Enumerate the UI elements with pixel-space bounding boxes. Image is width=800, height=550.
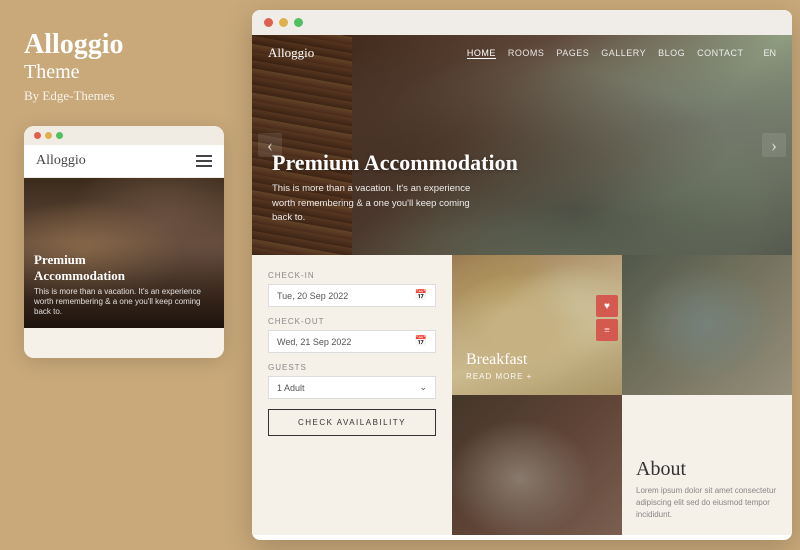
mobile-chrome bbox=[24, 126, 224, 145]
breakfast-title: Breakfast bbox=[466, 351, 532, 369]
hamburger-line-1 bbox=[196, 155, 212, 157]
hamburger-line-3 bbox=[196, 165, 212, 167]
wishlist-compare-button[interactable]: ≡ bbox=[596, 319, 618, 341]
guests-chevron-icon: ⌄ bbox=[419, 382, 427, 393]
mobile-menu-button[interactable] bbox=[196, 155, 212, 167]
guests-select[interactable]: 1 Adult ⌄ bbox=[268, 376, 436, 399]
breakfast-image-panel: Breakfast READ MORE + ♥ ≡ bbox=[452, 255, 622, 395]
mobile-dot-green bbox=[56, 132, 63, 139]
mobile-dot-red bbox=[34, 132, 41, 139]
checkin-value: Tue, 20 Sep 2022 bbox=[277, 291, 348, 301]
mobile-nav: Alloggio bbox=[24, 145, 224, 178]
room-overlay bbox=[622, 255, 792, 395]
nav-blog[interactable]: BLOG bbox=[658, 48, 685, 59]
site-hero: Alloggio HOME ROOMS PAGES GALLERY BLOG C… bbox=[252, 35, 792, 255]
nav-rooms[interactable]: ROOMS bbox=[508, 48, 545, 59]
nav-pages[interactable]: PAGES bbox=[556, 48, 589, 59]
detail-image-panel bbox=[452, 395, 622, 535]
guests-field: GUESTS 1 Adult ⌄ bbox=[268, 363, 436, 399]
checkout-field: CHECK-OUT Wed, 21 Sep 2022 📅 bbox=[268, 317, 436, 353]
checkin-field: CHECK-IN Tue, 20 Sep 2022 📅 bbox=[268, 271, 436, 307]
mobile-dot-yellow bbox=[45, 132, 52, 139]
breakfast-text: Breakfast READ MORE + bbox=[466, 351, 532, 381]
mobile-mockup: Alloggio PremiumAccommodation This is mo… bbox=[24, 126, 224, 358]
hero-next-arrow[interactable]: › bbox=[762, 133, 786, 157]
mobile-bottom bbox=[24, 328, 224, 358]
hero-description: This is more than a vacation. It's an ex… bbox=[272, 182, 492, 225]
checkout-input[interactable]: Wed, 21 Sep 2022 📅 bbox=[268, 330, 436, 353]
nav-language[interactable]: EN bbox=[763, 48, 776, 59]
checkout-label: CHECK-OUT bbox=[268, 317, 436, 326]
content-image-grid: Breakfast READ MORE + ♥ ≡ About Lo bbox=[452, 255, 792, 535]
room-image-panel bbox=[622, 255, 792, 395]
mobile-window-controls bbox=[34, 132, 63, 139]
browser-chrome bbox=[252, 10, 792, 35]
hero-content: Premium Accommodation This is more than … bbox=[272, 150, 518, 225]
nav-gallery[interactable]: GALLERY bbox=[601, 48, 646, 59]
detail-overlay bbox=[452, 395, 622, 535]
main-content: CHECK-IN Tue, 20 Sep 2022 📅 CHECK-OUT We… bbox=[252, 255, 792, 535]
checkin-calendar-icon: 📅 bbox=[415, 290, 427, 301]
nav-menu: HOME ROOMS PAGES GALLERY BLOG CONTACT EN bbox=[467, 48, 776, 59]
nav-contact[interactable]: CONTACT bbox=[697, 48, 743, 59]
mobile-hero-title: PremiumAccommodation bbox=[34, 252, 214, 283]
nav-home[interactable]: HOME bbox=[467, 48, 496, 59]
about-title: About bbox=[636, 458, 778, 481]
browser-dot-red[interactable] bbox=[264, 18, 273, 27]
hamburger-line-2 bbox=[196, 160, 212, 162]
browser-window: Alloggio HOME ROOMS PAGES GALLERY BLOG C… bbox=[252, 10, 792, 540]
site-logo: Alloggio bbox=[268, 45, 314, 61]
checkout-value: Wed, 21 Sep 2022 bbox=[277, 337, 351, 347]
check-availability-button[interactable]: CHECK AVAILABILITY bbox=[268, 409, 436, 436]
brand-title: Alloggio Theme By Edge-Themes bbox=[24, 30, 224, 104]
guests-label: GUESTS bbox=[268, 363, 436, 372]
browser-dot-yellow[interactable] bbox=[279, 18, 288, 27]
hero-title: Premium Accommodation bbox=[272, 150, 518, 176]
about-panel: About Lorem ipsum dolor sit amet consect… bbox=[622, 395, 792, 535]
left-panel: Alloggio Theme By Edge-Themes Alloggio P… bbox=[0, 0, 248, 550]
site-nav: Alloggio HOME ROOMS PAGES GALLERY BLOG C… bbox=[252, 35, 792, 71]
browser-dot-green[interactable] bbox=[294, 18, 303, 27]
checkin-input[interactable]: Tue, 20 Sep 2022 📅 bbox=[268, 284, 436, 307]
mobile-hero: PremiumAccommodation This is more than a… bbox=[24, 178, 224, 328]
checkin-label: CHECK-IN bbox=[268, 271, 436, 280]
mobile-logo: Alloggio bbox=[36, 153, 86, 169]
breakfast-read-more[interactable]: READ MORE + bbox=[466, 372, 532, 381]
mobile-hero-text: This is more than a vacation. It's an ex… bbox=[34, 287, 214, 318]
booking-panel: CHECK-IN Tue, 20 Sep 2022 📅 CHECK-OUT We… bbox=[252, 255, 452, 535]
wishlist-heart-button[interactable]: ♥ bbox=[596, 295, 618, 317]
about-body-text: Lorem ipsum dolor sit amet consectetur a… bbox=[636, 485, 778, 521]
mobile-hero-overlay: PremiumAccommodation This is more than a… bbox=[24, 242, 224, 327]
checkout-calendar-icon: 📅 bbox=[415, 336, 427, 347]
guests-value: 1 Adult bbox=[277, 383, 305, 393]
